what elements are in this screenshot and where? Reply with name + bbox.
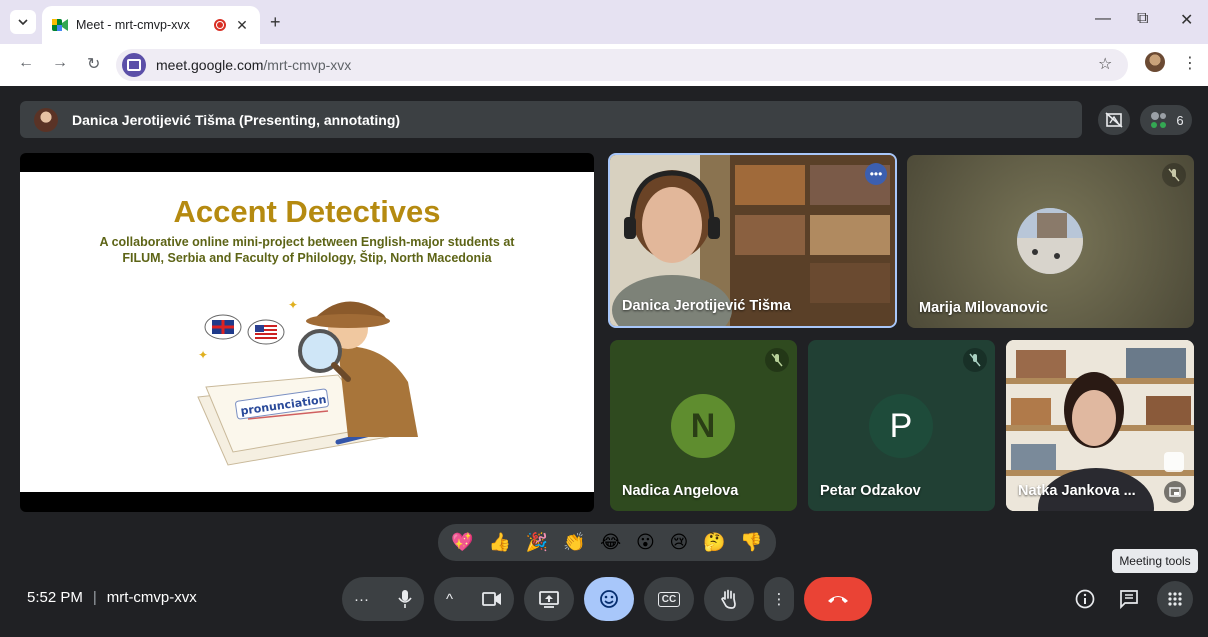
- hangup-icon: [828, 596, 848, 603]
- participants-button[interactable]: 6: [1140, 105, 1192, 135]
- reaction-thumbs-down-button[interactable]: 👎: [740, 532, 762, 553]
- reload-icon[interactable]: ↻: [87, 54, 100, 74]
- reaction-laugh-button[interactable]: 😂: [600, 532, 621, 553]
- camera-control-group: ^: [434, 577, 514, 621]
- browser-toolbar: ← → ↻ meet.google.com/mrt-cmvp-xvx ☆ ⋮: [0, 44, 1208, 86]
- camera-icon[interactable]: [482, 591, 502, 607]
- pin-icon[interactable]: [1164, 481, 1186, 503]
- chat-icon: [1120, 590, 1138, 609]
- participant-avatar: P: [869, 394, 933, 458]
- slide-subtitle: A collaborative online mini-project betw…: [99, 235, 515, 265]
- presenter-banner: Danica Jerotijević Tišma (Presenting, an…: [20, 101, 1082, 138]
- reaction-thumbs-up-button[interactable]: 👍: [489, 532, 511, 553]
- reaction-surprised-button[interactable]: 😮: [636, 532, 655, 553]
- participant-tile-marija[interactable]: Marija Milovanovic: [907, 155, 1194, 328]
- participant-tile-natka[interactable]: Natka Jankova ...: [1006, 340, 1194, 511]
- chat-button[interactable]: [1114, 584, 1144, 614]
- tab-title: Meet - mrt-cmvp-xvx: [76, 18, 190, 32]
- close-window-button[interactable]: ✕: [1180, 10, 1193, 30]
- url-text: meet.google.com/mrt-cmvp-xvx: [156, 57, 351, 73]
- detective-illustration: pronunciation ✦ ✦: [197, 298, 418, 466]
- reactions-bar: 💖 👍 🎉 👏 😂 😮 😢 🤔 👎: [438, 524, 776, 561]
- bookmark-star-icon[interactable]: ☆: [1098, 54, 1112, 74]
- captions-icon: CC: [657, 591, 681, 607]
- url-path: /mrt-cmvp-xvx: [263, 57, 352, 73]
- url-host: meet.google.com: [156, 57, 264, 73]
- profile-avatar[interactable]: [1145, 52, 1165, 72]
- chevron-down-icon: [18, 19, 28, 25]
- mic-off-icon: [963, 348, 987, 372]
- more-options-button[interactable]: ⋮: [764, 577, 794, 621]
- participant-name: Danica Jerotijević Tišma: [622, 298, 791, 314]
- more-options-icon[interactable]: •••: [865, 163, 887, 185]
- browser-chrome: Meet - mrt-cmvp-xvx ✕ + — ⧉ ✕ ← → ↻ meet…: [0, 0, 1208, 86]
- hand-icon: [721, 589, 736, 609]
- tab-list-button[interactable]: [10, 10, 36, 34]
- meeting-tools-tooltip: Meeting tools: [1112, 549, 1198, 573]
- leave-call-button[interactable]: [804, 577, 872, 621]
- present-button[interactable]: [524, 577, 574, 621]
- participant-name: Petar Odzakov: [820, 483, 921, 499]
- participant-avatar: N: [671, 394, 735, 458]
- info-icon: [1075, 589, 1095, 609]
- address-bar[interactable]: meet.google.com/mrt-cmvp-xvx: [116, 49, 1128, 81]
- participant-count: 6: [1176, 112, 1184, 128]
- slide-title: Accent Detectives: [173, 194, 441, 229]
- minimize-button[interactable]: —: [1095, 10, 1111, 28]
- clock-time: 5:52 PM: [27, 589, 83, 606]
- presenter-text: Danica Jerotijević Tišma (Presenting, an…: [72, 111, 401, 128]
- slide: Accent Detectives A collaborative online…: [20, 172, 594, 492]
- mic-off-icon: [1162, 163, 1186, 187]
- annotate-off-icon: [1105, 112, 1123, 128]
- raise-hand-button[interactable]: [704, 577, 754, 621]
- reaction-heart-button[interactable]: 💖: [451, 532, 473, 553]
- close-tab-icon[interactable]: ✕: [234, 17, 250, 34]
- participant-tile-danica[interactable]: ••• Danica Jerotijević Tišma: [608, 153, 897, 328]
- mic-off-icon: [765, 348, 789, 372]
- mic-icon[interactable]: [398, 589, 412, 609]
- captions-button[interactable]: CC: [644, 577, 694, 621]
- site-info-icon[interactable]: [122, 53, 146, 77]
- audio-options-button[interactable]: ···: [354, 591, 369, 608]
- svg-text:✦: ✦: [198, 348, 208, 362]
- back-arrow-icon[interactable]: ←: [18, 54, 34, 72]
- meeting-details-button[interactable]: [1070, 584, 1100, 614]
- apps-grid-icon: [1168, 592, 1182, 606]
- meeting-code: mrt-cmvp-xvx: [106, 589, 197, 606]
- recording-icon: [214, 19, 226, 31]
- annotation-toggle-button[interactable]: [1098, 105, 1130, 135]
- browser-menu-icon[interactable]: ⋮: [1182, 53, 1198, 73]
- people-icon: [1151, 112, 1167, 128]
- browser-tab-meet[interactable]: Meet - mrt-cmvp-xvx ✕: [42, 6, 260, 44]
- presenter-avatar: [34, 107, 58, 132]
- participant-name: Nadica Angelova: [622, 483, 739, 499]
- participant-tile-petar[interactable]: P Petar Odzakov: [808, 340, 995, 511]
- restore-button[interactable]: ⧉: [1137, 10, 1148, 28]
- reaction-thinking-button[interactable]: 🤔: [703, 532, 725, 553]
- new-tab-button[interactable]: +: [270, 12, 281, 33]
- presentation-area: Accent Detectives A collaborative online…: [20, 153, 594, 512]
- reaction-party-button[interactable]: 🎉: [526, 532, 548, 553]
- camera-options-button[interactable]: ^: [446, 591, 453, 608]
- meeting-tools-button[interactable]: [1157, 581, 1193, 617]
- svg-text:✦: ✦: [288, 298, 298, 312]
- participant-tile-nadica[interactable]: N Nadica Angelova: [610, 340, 797, 511]
- meet-favicon-icon: [52, 18, 68, 32]
- present-icon: [539, 591, 559, 608]
- forward-arrow-icon[interactable]: →: [52, 54, 68, 72]
- meeting-info: 5:52 PM | mrt-cmvp-xvx: [27, 589, 197, 606]
- separator: |: [92, 589, 97, 606]
- emoji-icon: [600, 590, 618, 608]
- participant-name: Marija Milovanovic: [919, 300, 1048, 316]
- reaction-clap-button[interactable]: 👏: [563, 532, 585, 553]
- participant-name: Natka Jankova ...: [1018, 483, 1136, 499]
- participant-avatar: [1017, 208, 1083, 274]
- mic-control-group: ···: [342, 577, 424, 621]
- emoji-button[interactable]: [584, 577, 634, 621]
- reaction-sad-button[interactable]: 😢: [669, 532, 688, 553]
- tab-strip: Meet - mrt-cmvp-xvx ✕ + — ⧉ ✕: [0, 0, 1208, 44]
